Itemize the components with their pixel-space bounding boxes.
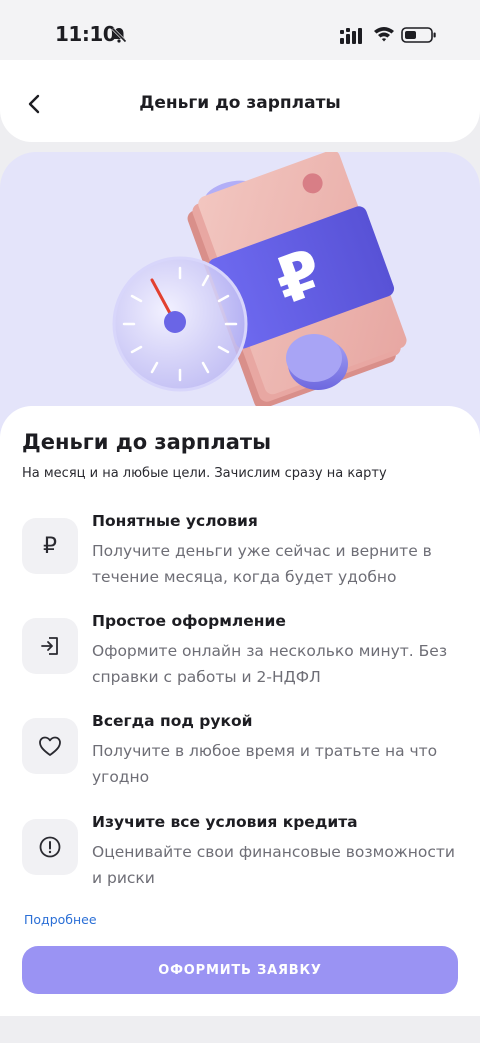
feature-title: Всегда под рукой: [92, 712, 253, 730]
hero-illustration: ₽: [0, 152, 480, 442]
more-details-link[interactable]: Подробнее: [24, 912, 97, 927]
feature-item: Простое оформление Оформите онлайн за не…: [22, 608, 462, 688]
card-title: Деньги до зарплаты: [22, 430, 272, 454]
heart-icon: [39, 736, 61, 756]
sign-in-icon: [41, 637, 58, 655]
feature-item: Всегда под рукой Получите в любое время …: [22, 708, 462, 788]
feature-icon-box: ₽: [22, 518, 78, 574]
card-subtitle: На месяц и на любые цели. Зачислим сразу…: [22, 466, 387, 481]
status-time: 11:10: [55, 22, 117, 46]
page-title: Деньги до зарплаты: [139, 93, 341, 113]
ruble-icon: ₽: [43, 533, 57, 559]
feature-title: Простое оформление: [92, 612, 286, 630]
feature-icon-box: [22, 618, 78, 674]
submit-application-button[interactable]: ОФОРМИТЬ ЗАЯВКУ: [22, 946, 458, 994]
feature-title: Понятные условия: [92, 512, 258, 530]
content-card: Деньги до зарплаты На месяц и на любые ц…: [0, 406, 480, 1016]
feature-text: Оценивайте свои финансовые возможности и…: [92, 843, 456, 887]
battery-icon: [401, 27, 436, 43]
feature-text: Получите в любое время и тратьте на что …: [92, 742, 438, 786]
signal-icon: [340, 28, 362, 44]
feature-title: Изучите все условия кредита: [92, 813, 358, 831]
top-app-bar: Деньги до зарплаты: [0, 60, 480, 142]
feature-item: Изучите все условия кредита Оценивайте с…: [22, 809, 462, 889]
feature-icon-box: [22, 819, 78, 875]
feature-item: ₽ Понятные условия Получите деньги уже с…: [22, 508, 462, 588]
info-icon: [39, 836, 61, 858]
money-gauge-illustration: ₽: [112, 152, 407, 409]
feature-text: Оформите онлайн за несколько минут. Без …: [92, 642, 448, 686]
wifi-icon: [374, 27, 394, 42]
bell-muted-icon: [111, 27, 127, 43]
feature-icon-box: [22, 718, 78, 774]
feature-text: Получите деньги уже сейчас и верните в т…: [92, 542, 432, 586]
